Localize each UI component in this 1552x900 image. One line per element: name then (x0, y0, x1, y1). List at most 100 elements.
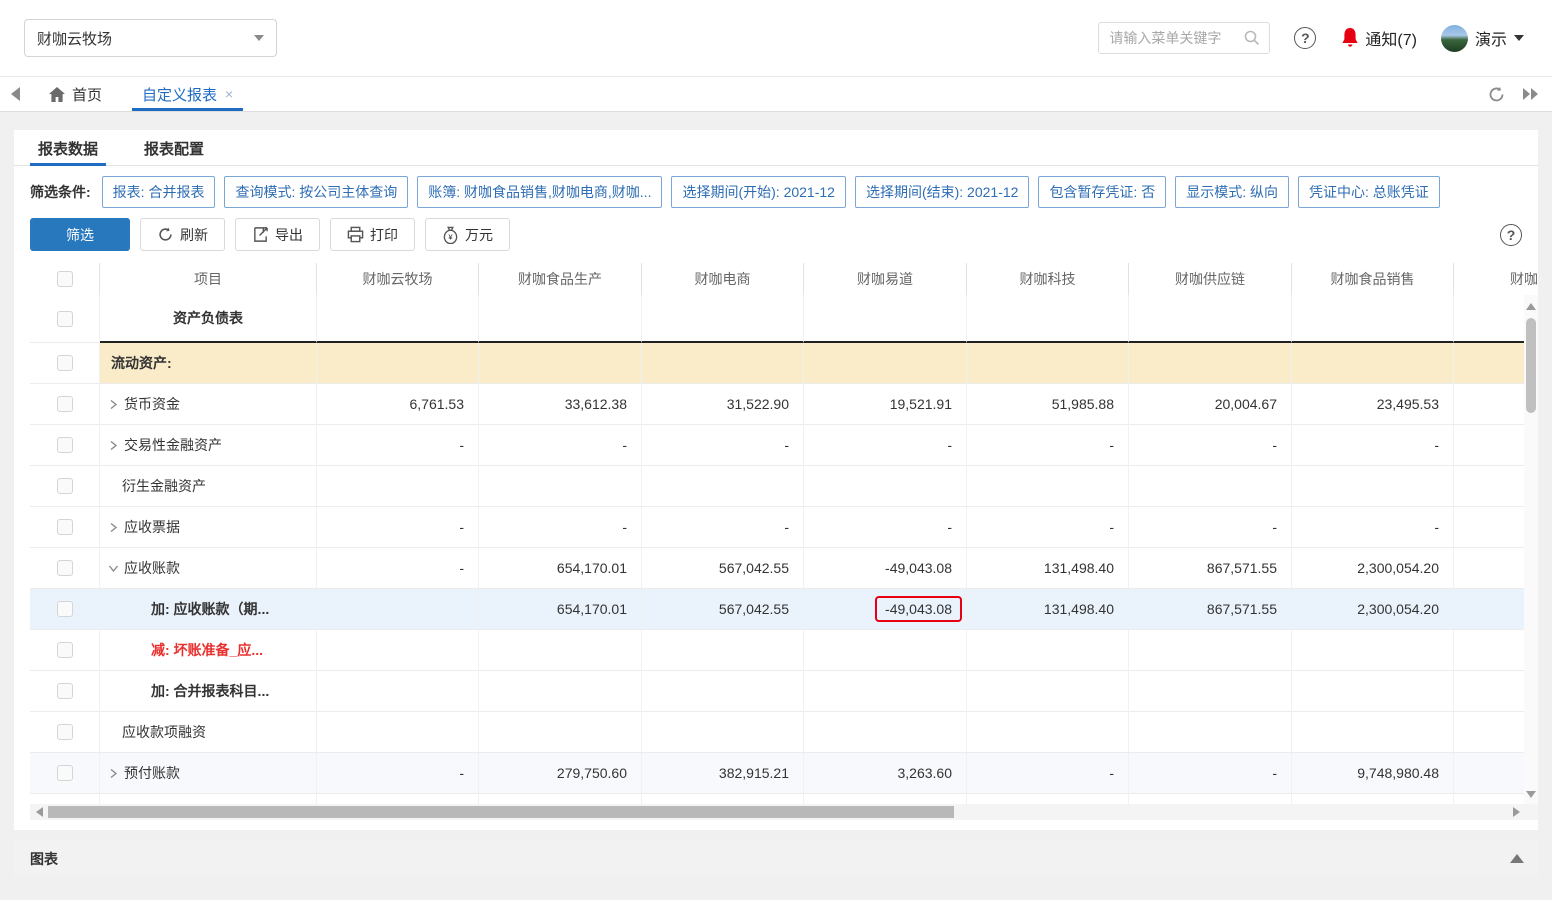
select-all-checkbox[interactable] (57, 271, 73, 287)
menu-search[interactable] (1098, 22, 1270, 54)
refresh-button[interactable]: 刷新 (140, 218, 225, 251)
filter-chip[interactable]: 选择期间(结束): 2021-12 (855, 176, 1029, 208)
row-checkbox[interactable] (57, 765, 73, 781)
horizontal-scrollbar-thumb[interactable] (48, 806, 954, 818)
value-cell (804, 712, 967, 753)
tab-report-data[interactable]: 报表数据 (30, 136, 106, 165)
item-label: 应收票据 (124, 517, 180, 537)
row-checkbox[interactable] (57, 642, 73, 658)
filter-chip[interactable]: 显示模式: 纵向 (1175, 176, 1289, 208)
row-checkbox[interactable] (57, 437, 73, 453)
help-icon[interactable]: ? (1294, 27, 1316, 49)
table-body: 资产负债表流动资产:货币资金6,761.5333,612.3831,522.90… (30, 295, 1538, 804)
cell-value: - (1272, 765, 1277, 781)
value-cell: - (317, 548, 479, 589)
row-checkbox[interactable] (57, 311, 73, 327)
item-label: 交易性金融资产 (124, 435, 222, 455)
value-cell (642, 466, 804, 507)
row-checkbox[interactable] (57, 478, 73, 494)
value-cell (967, 794, 1129, 804)
value-cell: - (1292, 425, 1454, 466)
row-checkbox[interactable] (57, 724, 73, 740)
item-label-cell: 货币资金 (100, 384, 317, 425)
collapse-up-icon[interactable] (1510, 854, 1524, 863)
tabs-scroll-left-button[interactable] (0, 77, 30, 111)
cell-value: - (459, 765, 464, 781)
collapse-row-button[interactable] (104, 563, 122, 574)
value-cell (804, 630, 967, 671)
search-input[interactable] (1109, 30, 1243, 46)
filter-chip[interactable]: 凭证中心: 总账凭证 (1298, 176, 1440, 208)
cell-value: - (784, 437, 789, 453)
expand-row-button[interactable] (104, 768, 122, 779)
row-checkbox[interactable] (57, 355, 73, 371)
value-cell (642, 630, 804, 671)
filter-chip[interactable]: 选择期间(开始): 2021-12 (671, 176, 845, 208)
value-cell (804, 794, 967, 804)
expand-row-button[interactable] (104, 522, 122, 533)
filter-chip[interactable]: 包含暂存凭证: 否 (1038, 176, 1166, 208)
scroll-up-arrow-icon[interactable] (1526, 303, 1536, 310)
cell-value: 654,170.01 (557, 560, 627, 576)
horizontal-scrollbar[interactable] (30, 804, 1538, 820)
header-checkbox-cell (30, 263, 100, 295)
tab-custom-report[interactable]: 自定义报表 × (124, 77, 251, 111)
chevron-down-icon (254, 35, 264, 41)
value-cell: 382,915.21 (642, 753, 804, 794)
refresh-tab-icon[interactable] (1487, 85, 1506, 104)
expand-row-button[interactable] (104, 399, 122, 410)
user-name: 演示 (1475, 26, 1507, 50)
value-cell: 131,498.40 (967, 589, 1129, 630)
table-row: 加: 合并报表科目... (30, 671, 1538, 712)
vertical-scrollbar[interactable] (1524, 295, 1538, 804)
print-button[interactable]: 打印 (330, 218, 415, 251)
row-checkbox[interactable] (57, 683, 73, 699)
value-cell (642, 295, 804, 343)
filter-button[interactable]: 筛选 (30, 218, 130, 251)
user-menu[interactable]: 演示 (1441, 25, 1524, 52)
item-label-cell: 减: 坏账准备_应... (100, 630, 317, 671)
row-checkbox[interactable] (57, 560, 73, 576)
value-cell: 279,750.60 (479, 753, 642, 794)
value-cell: - (642, 507, 804, 548)
org-selector-dropdown[interactable]: 财咖云牧场 (24, 19, 277, 57)
table-row: 货币资金6,761.5333,612.3831,522.9019,521.915… (30, 384, 1538, 425)
scroll-right-arrow-icon[interactable] (1513, 807, 1520, 817)
row-checkbox-cell (30, 794, 100, 804)
expand-row-button[interactable] (104, 440, 122, 451)
export-button[interactable]: 导出 (235, 218, 320, 251)
tab-close-icon[interactable]: × (225, 86, 233, 102)
notifications-button[interactable]: 通知(7) (1340, 26, 1417, 50)
cell-value: 6,761.53 (410, 396, 465, 412)
filter-chip[interactable]: 报表: 合并报表 (102, 176, 216, 208)
chart-section-bar[interactable]: 图表 (14, 840, 1538, 877)
unit-wan-button[interactable]: ¥ 万元 (425, 218, 510, 251)
annotated-value-redbox: -49,043.08 (875, 596, 962, 622)
scroll-down-arrow-icon[interactable] (1526, 791, 1536, 798)
cell-value: 567,042.55 (719, 560, 789, 576)
item-label-cell (100, 794, 317, 804)
fast-forward-icon[interactable] (1520, 86, 1540, 102)
row-checkbox[interactable] (57, 519, 73, 535)
filter-chip[interactable]: 查询模式: 按公司主体查询 (224, 176, 408, 208)
vertical-scrollbar-thumb[interactable] (1526, 318, 1536, 413)
table-row: 衍生金融资产 (30, 466, 1538, 507)
column-header: 财咖电商 (642, 263, 804, 295)
value-cell (317, 671, 479, 712)
chevron-right-icon (108, 768, 119, 779)
filter-chip[interactable]: 账簿: 财咖食品销售,财咖电商,财咖... (417, 176, 662, 208)
scroll-left-arrow-icon[interactable] (36, 807, 43, 817)
tab-home[interactable]: 首页 (30, 77, 124, 111)
svg-text:¥: ¥ (448, 232, 453, 241)
value-cell (1292, 343, 1454, 384)
row-checkbox[interactable] (57, 396, 73, 412)
tab-report-config[interactable]: 报表配置 (136, 136, 212, 165)
value-cell: 654,170.01 (479, 589, 642, 630)
cell-value: 3,263.60 (898, 765, 953, 781)
row-checkbox-cell (30, 630, 100, 671)
filter-conditions-row: 筛选条件: 报表: 合并报表查询模式: 按公司主体查询账簿: 财咖食品销售,财咖… (14, 166, 1538, 208)
table-help-icon[interactable]: ? (1500, 224, 1522, 246)
toolbar: 筛选 刷新 导出 打印 ¥ 万元 ? (14, 208, 1538, 251)
row-checkbox[interactable] (57, 601, 73, 617)
value-cell: 2,300,054.20 (1292, 589, 1454, 630)
